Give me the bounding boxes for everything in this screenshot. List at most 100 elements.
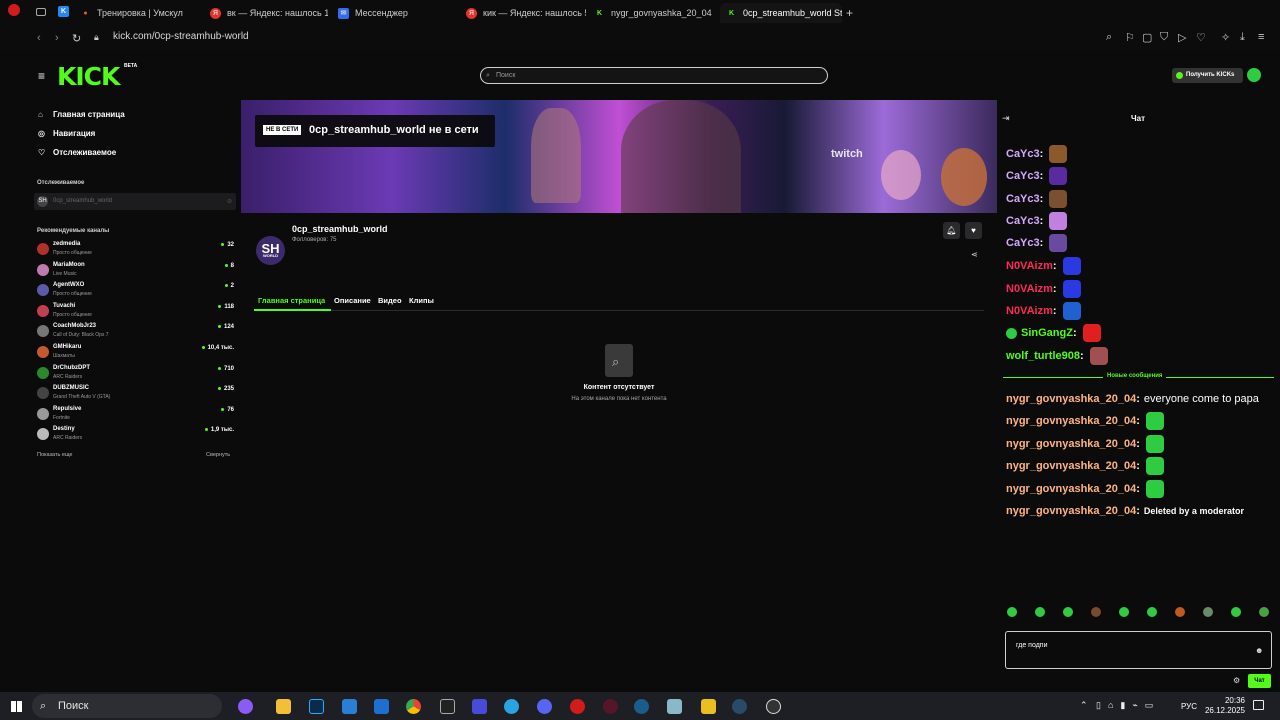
chat-username[interactable]: CaYc3 [1006, 148, 1040, 160]
chat-username[interactable]: N0VAizm [1006, 260, 1053, 272]
recommended-channel[interactable]: Destiny ARC Raiders 1,9 тыс. [37, 425, 234, 445]
recommended-channel[interactable]: MariaMoon Live Music 8 [37, 261, 234, 281]
tab-description[interactable]: Описание [334, 296, 371, 305]
vk-tab-icon[interactable]: K [58, 6, 69, 17]
chat-message[interactable]: CaYc3: [1006, 210, 1068, 232]
windows-start-icon[interactable] [11, 701, 22, 712]
window-icon[interactable]: ▢ [1142, 31, 1152, 44]
quick-emote-icon[interactable] [1007, 607, 1017, 617]
chat-message[interactable]: N0VAizm: [1006, 278, 1081, 300]
show-more-link[interactable]: Показать еще [37, 452, 73, 458]
chat-message[interactable]: CaYc3: [1006, 143, 1068, 165]
chat-username[interactable]: wolf_turtle908 [1006, 350, 1080, 362]
steam-icon[interactable] [634, 699, 649, 714]
quick-emote-icon[interactable] [1091, 607, 1101, 617]
notifications-icon[interactable] [1253, 700, 1264, 710]
chat-username[interactable]: nygr_govnyashka_20_04 [1006, 393, 1136, 405]
quick-emote-icon[interactable] [1231, 607, 1241, 617]
quick-emote-icon[interactable] [1063, 607, 1073, 617]
chat-message[interactable]: CaYc3: [1006, 165, 1068, 187]
browser-tab[interactable]: ● Тренировка | Умскул [80, 3, 205, 23]
reload-icon[interactable]: ↻ [72, 32, 81, 45]
chat-username[interactable]: SinGangZ [1021, 327, 1073, 339]
recommended-channel[interactable]: DrChubzDPT ARC Raiders 710 [37, 364, 234, 384]
sidebar-item-navigation[interactable]: ◎ Навигация [38, 129, 95, 138]
chat-message[interactable]: N0VAizm: [1006, 255, 1081, 277]
sidebar-item-following[interactable]: ♡ Отслеживаемое [38, 148, 116, 157]
quick-emote-icon[interactable] [1203, 607, 1213, 617]
emoji-icon[interactable]: ☻ [1255, 646, 1263, 655]
browser-tab[interactable]: ✉ Мессенджер [338, 3, 458, 23]
steam-icon[interactable] [732, 699, 747, 714]
chat-message[interactable]: nygr_govnyashka_20_04: everyone come to p… [1006, 388, 1259, 410]
followed-channel-item[interactable]: SH 0cp_streamhub_world ⊘ [34, 193, 236, 210]
search-input[interactable]: ⌕ Поиск [480, 67, 828, 84]
chat-username[interactable]: nygr_govnyashka_20_04 [1006, 415, 1136, 427]
shield-icon[interactable]: ⛉ [1160, 31, 1168, 44]
chat-message[interactable]: N0VAizm: [1006, 300, 1081, 322]
forward-icon[interactable]: › [55, 32, 59, 44]
play-icon[interactable]: ▷ [1178, 31, 1186, 44]
new-tab-button[interactable]: + [846, 3, 858, 23]
taskbar-search[interactable]: ⌕ Поиск [32, 694, 222, 718]
chat-message[interactable]: nygr_govnyashka_20_04: [1006, 478, 1164, 500]
chart-app-icon[interactable] [472, 699, 487, 714]
explorer-icon[interactable] [276, 699, 291, 714]
browser-menu-icon[interactable] [8, 4, 20, 16]
url-field[interactable]: kick.com/0cp-streamhub-world [113, 31, 249, 42]
quick-emote-icon[interactable] [1175, 607, 1185, 617]
chat-username[interactable]: nygr_govnyashka_20_04 [1006, 483, 1136, 495]
opera-gx-icon[interactable] [603, 699, 618, 714]
collapse-chat-icon[interactable]: ⇥ [1002, 113, 1010, 124]
tray-chevron-icon[interactable]: ⌃ [1080, 700, 1088, 711]
notification-button[interactable]: 🔔︎ [943, 222, 960, 239]
app-icon[interactable] [667, 699, 682, 714]
mail-icon[interactable] [374, 699, 389, 714]
heart-icon[interactable]: ♡ [1196, 31, 1206, 44]
quick-emote-icon[interactable] [1119, 607, 1129, 617]
chat-message[interactable]: nygr_govnyashka_20_04: [1006, 433, 1164, 455]
chat-username[interactable]: CaYc3 [1006, 215, 1040, 227]
epic-icon[interactable] [440, 699, 455, 714]
chat-username[interactable]: CaYc3 [1006, 237, 1040, 249]
obs-icon[interactable] [766, 699, 781, 714]
recommended-channel[interactable]: AgentWXO Просто общение 2 [37, 281, 234, 301]
browser-tab-active[interactable]: K0cp_streamhub_world Str✕ [720, 3, 842, 23]
chat-username[interactable]: N0VAizm [1006, 305, 1053, 317]
recommended-channel[interactable]: zedmedia Просто общение 32 [37, 240, 234, 260]
chat-message[interactable]: CaYc3: [1006, 232, 1068, 254]
chrome-icon[interactable] [406, 699, 421, 714]
quick-emote-icon[interactable] [1035, 607, 1045, 617]
tab-clips[interactable]: Клипы [409, 296, 434, 305]
hamburger-icon[interactable]: ≡ [38, 69, 45, 83]
recommended-channel[interactable]: GMHikaru Шахматы 10,4 тыс. [37, 343, 234, 363]
chat-input[interactable]: где подпи [1005, 631, 1272, 669]
back-icon[interactable]: ‹ [37, 32, 41, 44]
follow-button[interactable]: ♥ [965, 222, 982, 239]
opera-icon[interactable] [570, 699, 585, 714]
zoom-icon[interactable]: ⌕ [1106, 31, 1112, 44]
recommended-channel[interactable]: Repulsive Fortnite 76 [37, 405, 234, 425]
chat-username[interactable]: CaYc3 [1006, 193, 1040, 205]
recommended-channel[interactable]: DUBZMUSIC Grand Theft Auto V (GTA) 235 [37, 384, 234, 404]
copilot-icon[interactable] [238, 699, 253, 714]
browser-tab[interactable]: Явк — Яндекс: нашлось 1 [210, 3, 328, 23]
store-icon[interactable] [342, 699, 357, 714]
chat-username[interactable]: nygr_govnyashka_20_04 [1006, 460, 1136, 472]
chat-username[interactable]: N0VAizm [1006, 283, 1053, 295]
menu-icon[interactable]: ≡ [1258, 31, 1264, 43]
sidebar-item-home[interactable]: ⌂ Главная страница [38, 110, 125, 119]
kick-logo[interactable]: KICK [57, 62, 120, 91]
app-icon[interactable] [701, 699, 716, 714]
chat-message[interactable]: nygr_govnyashka_20_04: Deleted by a moder… [1006, 500, 1244, 522]
tab-videos[interactable]: Видео [378, 296, 402, 305]
quick-emote-icon[interactable] [1147, 607, 1157, 617]
chat-message[interactable]: nygr_govnyashka_20_04: [1006, 455, 1164, 477]
download-icon[interactable]: ⤓ [1240, 31, 1245, 44]
chat-send-button[interactable]: Чат [1248, 674, 1271, 688]
share-icon[interactable]: ⋖ [971, 250, 978, 259]
telegram-icon[interactable] [504, 699, 519, 714]
chat-username[interactable]: CaYc3 [1006, 170, 1040, 182]
chat-message[interactable]: wolf_turtle908: [1006, 345, 1108, 367]
channel-avatar[interactable]: SH WORLD [256, 236, 285, 265]
